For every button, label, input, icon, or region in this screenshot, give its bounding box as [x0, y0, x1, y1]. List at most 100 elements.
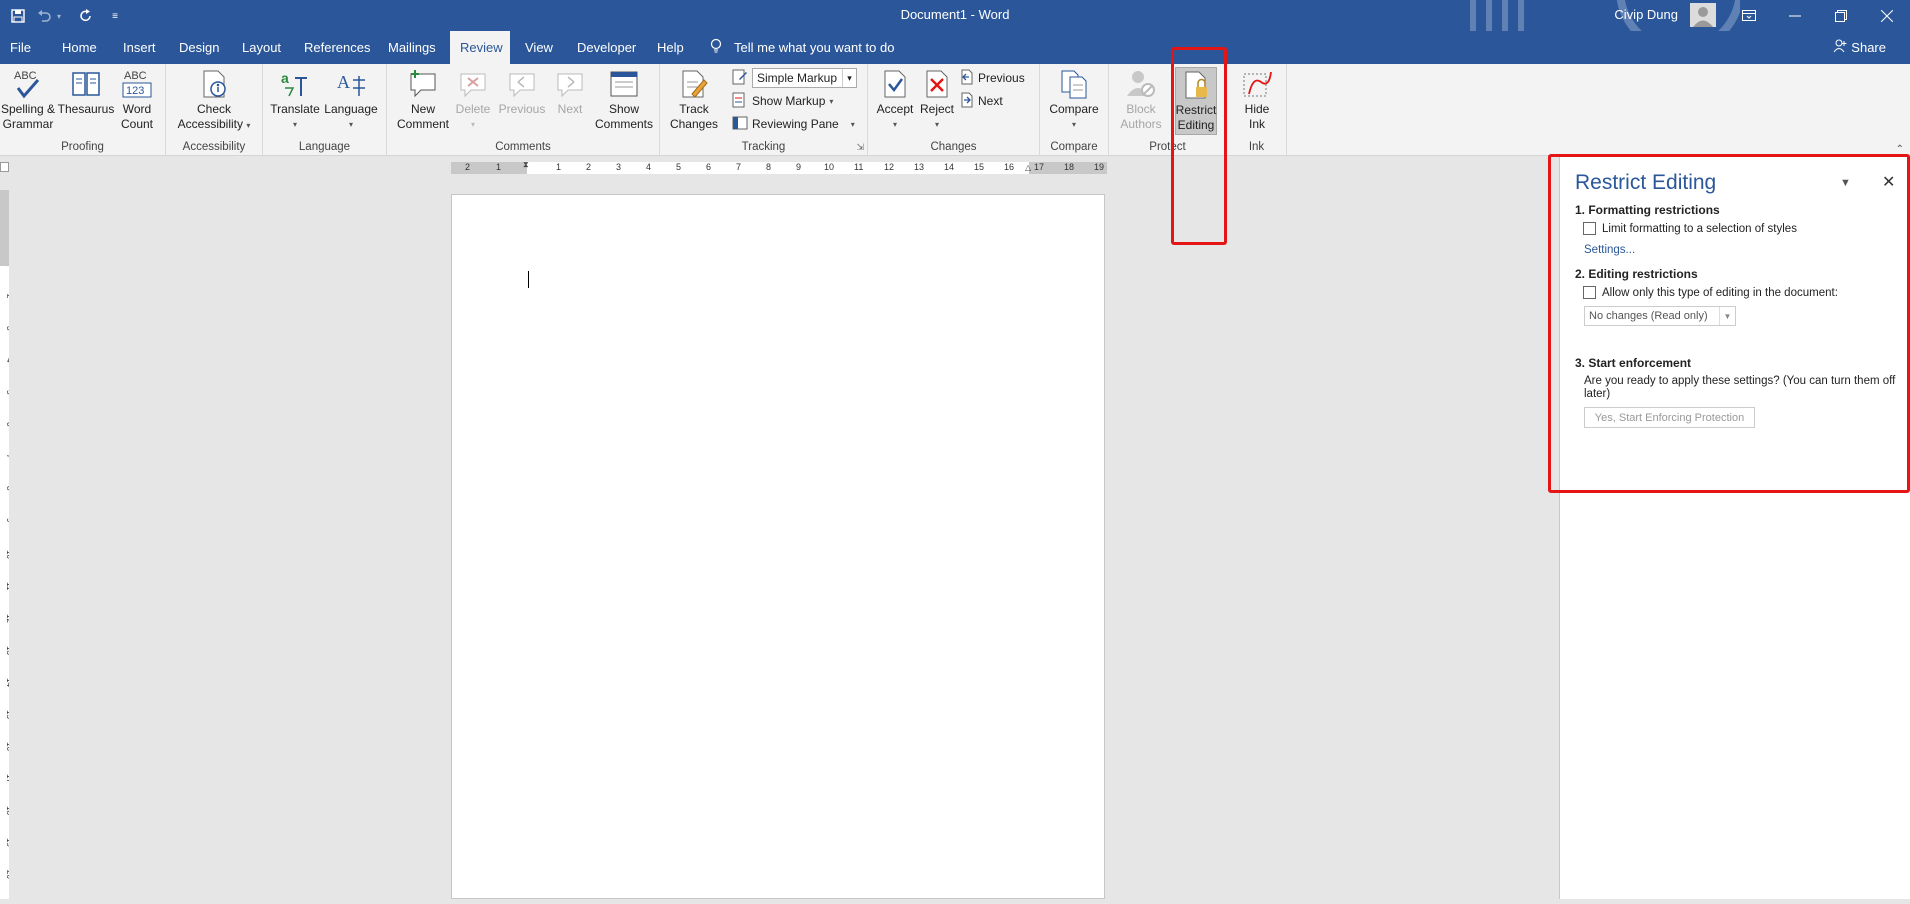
tab-file[interactable]: File [0, 31, 41, 64]
close-icon[interactable] [1864, 0, 1910, 31]
tab-help[interactable]: Help [647, 31, 694, 64]
group-label-proofing: Proofing [61, 141, 104, 153]
restore-icon[interactable] [1818, 0, 1864, 31]
show-comments-label: Show Comments [594, 102, 653, 131]
lightbulb-icon [710, 38, 722, 57]
reject-label: Reject [919, 102, 954, 116]
title-bar: ▾ ≡ Document1 - Word Civip Dung [0, 0, 1910, 31]
delete-comment-button[interactable]: Delete ▾ [451, 68, 495, 132]
share-button[interactable]: Share [1833, 31, 1886, 64]
ribbon: ABC Spelling & Grammar Thesaurus ABC 123 … [0, 64, 1910, 156]
show-comments-button[interactable]: Show Comments [591, 68, 657, 132]
tab-review[interactable]: Review [450, 31, 510, 64]
svg-text:A: A [337, 72, 350, 92]
previous-change-label: Previous [978, 71, 1025, 85]
ruler-tick-label: 1 [496, 162, 502, 172]
track-changes-label: Track Changes [669, 102, 719, 131]
accept-button[interactable]: Accept ▾ [874, 68, 916, 132]
ruler-tick-label: 10 [5, 550, 9, 559]
check-accessibility-button[interactable]: Check Accessibility ▾ [174, 68, 254, 133]
ruler-tick-label: 8 [766, 162, 772, 172]
indent-marker-icon[interactable]: ⧗ [523, 160, 529, 170]
next-comment-icon [554, 68, 586, 100]
tell-me-search[interactable]: Tell me what you want to do [710, 31, 894, 64]
tab-layout[interactable]: Layout [232, 31, 291, 64]
translate-button[interactable]: a Translate ▾ [267, 68, 323, 132]
word-count-icon-text-bottom: 123 [126, 85, 144, 97]
previous-comment-label: Previous [498, 102, 546, 116]
vertical-ruler[interactable]: 21123456789101112131415161718192021 [0, 190, 14, 904]
hide-ink-button[interactable]: Hide Ink [1235, 68, 1279, 132]
chevron-down-icon: ▾ [892, 120, 897, 129]
highlight-restrict-pane [1548, 154, 1910, 493]
horizontal-ruler[interactable]: 2 1 1 2 3 4 5 6 7 8 9 10 11 12 13 14 15 … [451, 160, 1107, 174]
ruler-tick-label: 12 [884, 162, 895, 172]
ruler-tick-label: 9 [5, 518, 9, 523]
tab-developer[interactable]: Developer [567, 31, 646, 64]
dialog-launcher-icon[interactable]: ⇲ [856, 142, 864, 153]
tab-mailings[interactable]: Mailings [378, 31, 446, 64]
text-cursor [528, 271, 529, 288]
accessibility-icon [198, 68, 230, 100]
show-markup-label: Show Markup [752, 94, 826, 108]
reviewing-pane-button[interactable]: Reviewing Pane ▾ [732, 114, 855, 134]
tab-design[interactable]: Design [169, 31, 229, 64]
avatar[interactable] [1690, 3, 1716, 27]
group-comments: New Comment Delete ▾ Previous Next Show … [387, 64, 660, 156]
minimize-icon[interactable] [1772, 0, 1818, 31]
tab-view[interactable]: View [515, 31, 563, 64]
tab-references[interactable]: References [294, 31, 380, 64]
document-page[interactable] [451, 194, 1105, 899]
ruler-tick-label: 16 [5, 742, 9, 751]
new-comment-button[interactable]: New Comment [395, 68, 451, 132]
word-count-button[interactable]: ABC 123 Word Count [116, 68, 158, 132]
ruler-tick-label: 15 [5, 710, 9, 719]
ruler-tick-label: 10 [824, 162, 835, 172]
chevron-down-icon: ▾ [348, 120, 353, 129]
word-count-label: Word Count [120, 102, 154, 131]
group-label-changes: Changes [930, 141, 977, 153]
accept-label: Accept [876, 102, 914, 116]
show-markup-button[interactable]: Show Markup ▾ [732, 91, 833, 111]
compare-icon [1058, 68, 1090, 100]
markup-dropdown[interactable]: Simple Markup ▾ [732, 68, 857, 88]
svg-text:a: a [281, 70, 289, 86]
chevron-down-icon: ▾ [246, 121, 251, 130]
translate-label: Translate [270, 102, 320, 116]
spelling-grammar-button[interactable]: ABC Spelling & Grammar [0, 68, 56, 132]
track-changes-button[interactable]: Track Changes [666, 68, 722, 132]
previous-comment-button[interactable]: Previous [495, 68, 549, 117]
thesaurus-label: Thesaurus [57, 102, 115, 116]
ribbon-display-icon[interactable] [1726, 0, 1772, 31]
ruler-tick-label: 19 [1094, 162, 1105, 172]
word-count-icon-text-top: ABC [124, 70, 147, 82]
ruler-tick-label: 15 [974, 162, 985, 172]
ruler-tick-label: 16 [1004, 162, 1015, 172]
spelling-icon: ABC [12, 68, 44, 100]
block-authors-button[interactable]: Block Authors [1113, 68, 1169, 132]
ruler-tick-label: 12 [5, 614, 9, 623]
markup-select[interactable]: Simple Markup ▾ [752, 68, 857, 88]
ruler-tick-label: 11 [5, 582, 9, 591]
next-change-button[interactable]: Next [960, 91, 1003, 111]
check-accessibility-label: Check Accessibility ▾ [178, 102, 251, 133]
ruler-top-margin [0, 190, 9, 266]
thesaurus-button[interactable]: Thesaurus [58, 68, 114, 117]
reviewing-pane-label: Reviewing Pane [752, 117, 839, 131]
compare-button[interactable]: Compare ▾ [1044, 68, 1104, 132]
right-indent-icon[interactable]: △ [1025, 163, 1031, 172]
language-button[interactable]: A Language ▾ [323, 68, 379, 132]
ruler-tick-label: 5 [676, 162, 682, 172]
ruler-tick-label: 19 [5, 838, 9, 847]
ruler-tick-label: 20 [5, 870, 9, 879]
tab-selector[interactable] [0, 162, 9, 172]
spelling-label: Spelling & Grammar [0, 102, 56, 131]
tab-home[interactable]: Home [52, 31, 107, 64]
tab-insert[interactable]: Insert [113, 31, 166, 64]
previous-change-button[interactable]: Previous [960, 68, 1025, 88]
reject-button[interactable]: Reject ▾ [916, 68, 958, 132]
user-name[interactable]: Civip Dung [1614, 7, 1678, 22]
group-compare: Compare ▾ Compare [1040, 64, 1109, 156]
ruler-tick-label: 2 [586, 162, 592, 172]
next-comment-button[interactable]: Next [549, 68, 591, 117]
